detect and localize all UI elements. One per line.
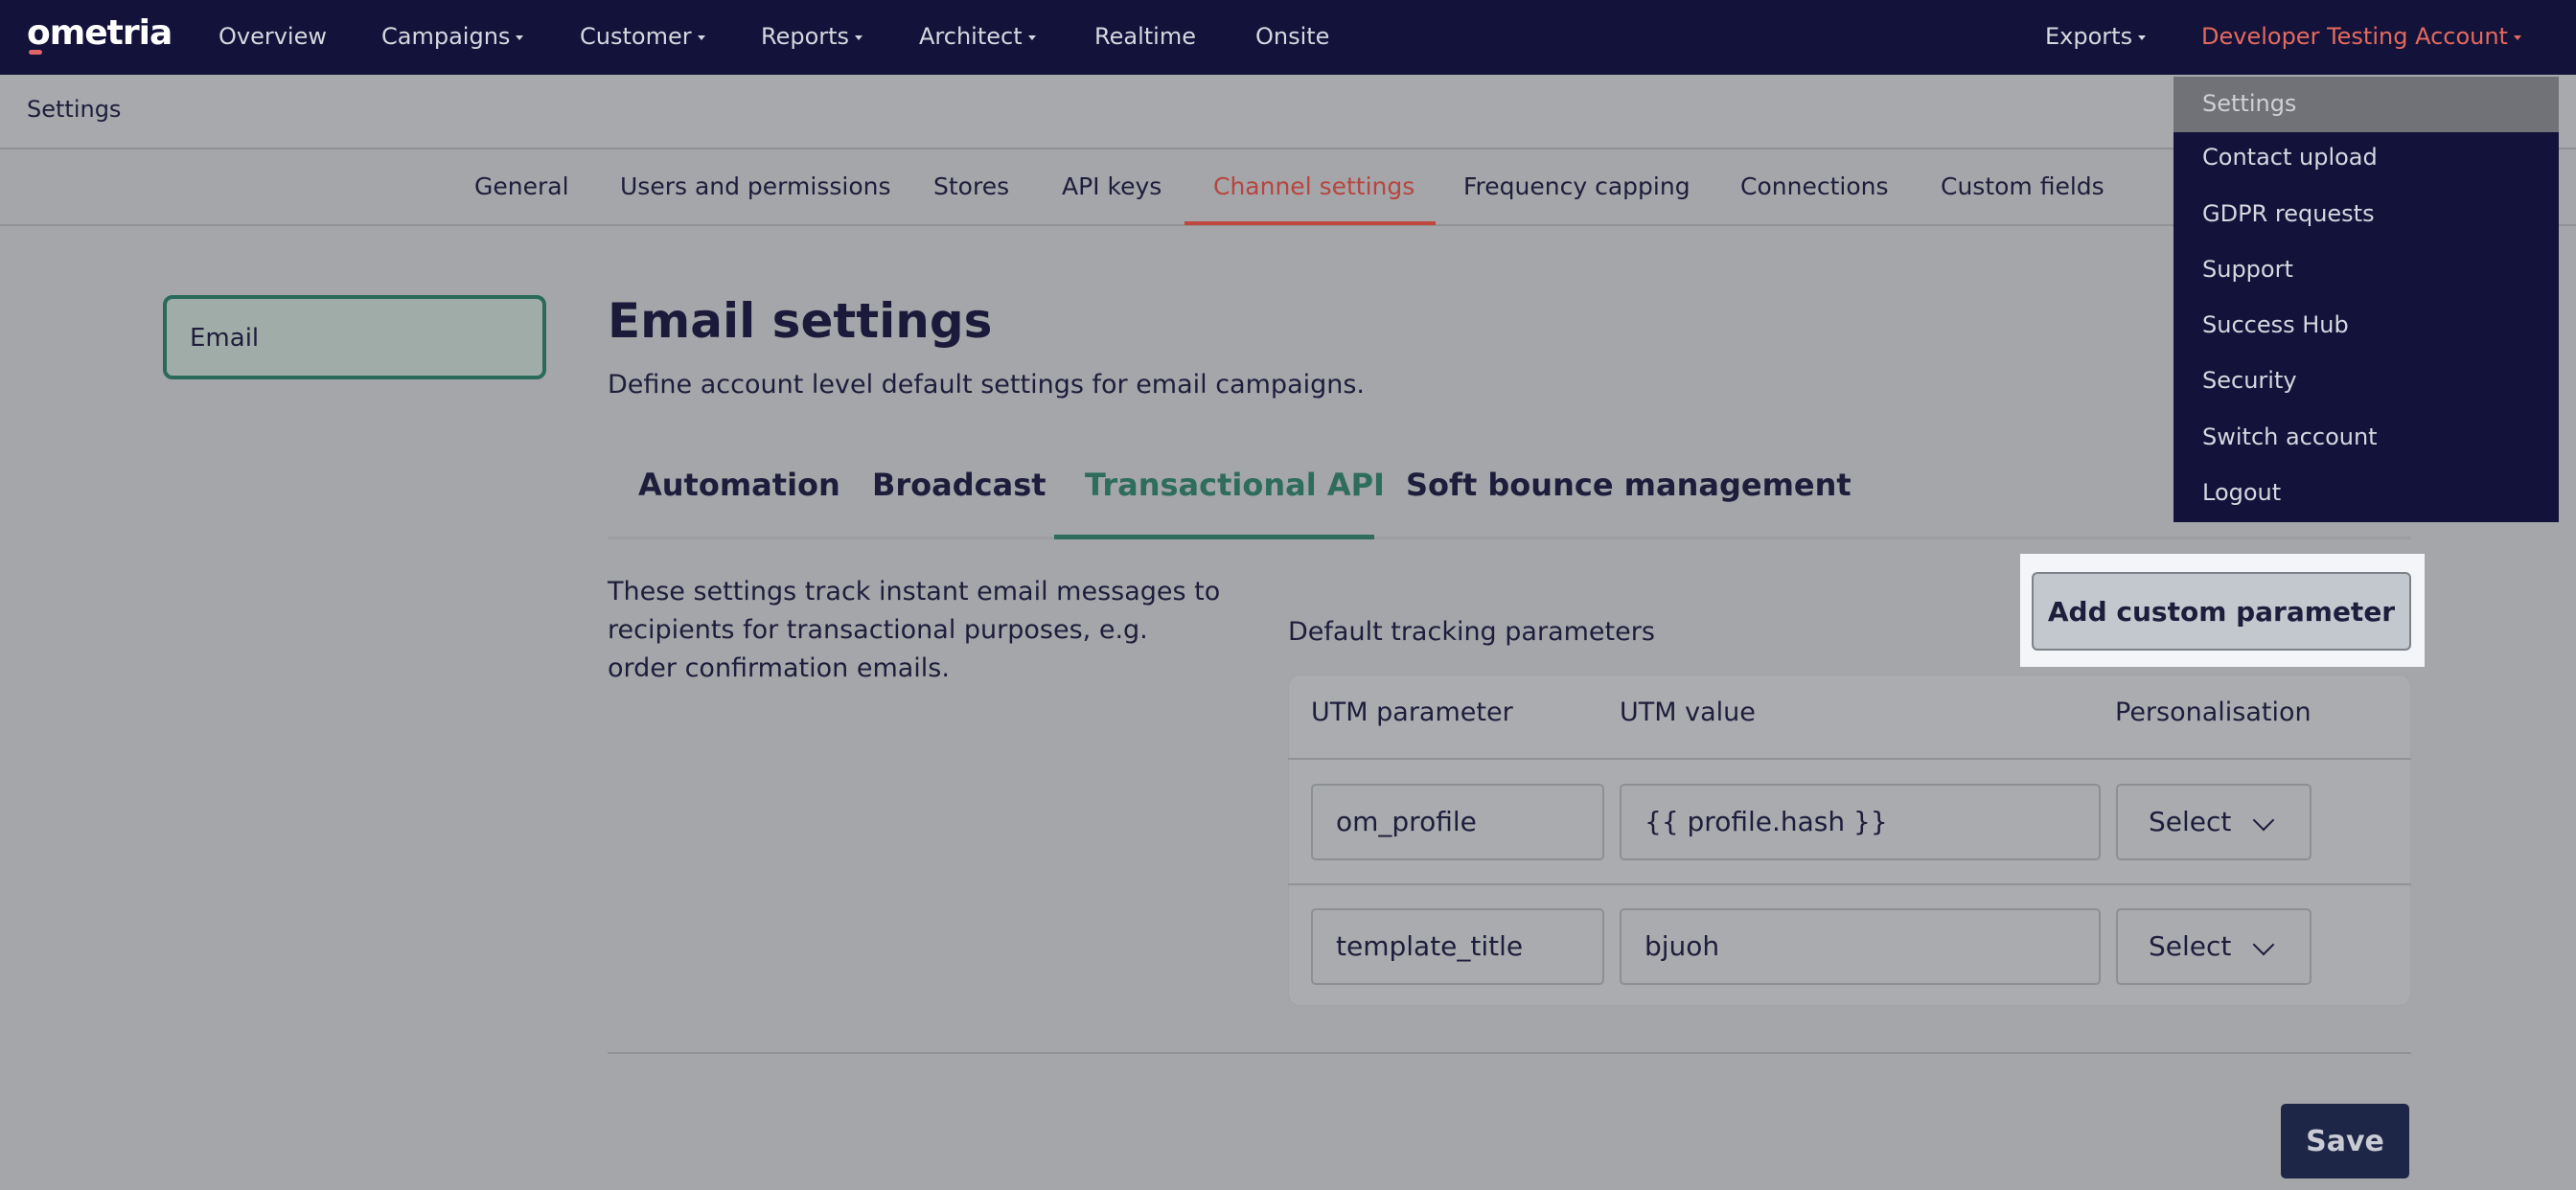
caret-down-icon bbox=[855, 34, 863, 40]
save-button[interactable]: Save bbox=[2281, 1104, 2409, 1179]
menu-item-support[interactable]: Support bbox=[2174, 242, 2559, 298]
caret-down-icon bbox=[516, 34, 524, 40]
tab-transactional-api[interactable]: Transactional API bbox=[1085, 467, 1385, 503]
select-value: Select bbox=[2149, 806, 2232, 837]
tab-stores[interactable]: Stores bbox=[933, 172, 1009, 200]
table-header-divider bbox=[1288, 758, 2411, 760]
nav-customer[interactable]: Customer bbox=[580, 23, 705, 50]
add-custom-parameter-button[interactable]: Add custom parameter bbox=[2032, 572, 2411, 651]
account-name: Developer Testing Account bbox=[2201, 23, 2508, 50]
table-row-divider bbox=[1288, 883, 2411, 885]
active-tab-underline bbox=[1184, 221, 1436, 225]
tab-channel-settings[interactable]: Channel settings bbox=[1213, 172, 1414, 200]
nav-architect-label: Architect bbox=[919, 23, 1023, 50]
tab-automation[interactable]: Automation bbox=[638, 467, 840, 503]
menu-item-gdpr-requests[interactable]: GDPR requests bbox=[2174, 187, 2559, 242]
nav-reports[interactable]: Reports bbox=[761, 23, 863, 50]
utm-parameter-input[interactable]: om_profile bbox=[1311, 784, 1604, 860]
nav-exports-label: Exports bbox=[2045, 23, 2133, 50]
caret-down-icon bbox=[2513, 34, 2521, 40]
utm-value-input[interactable]: {{ profile.hash }} bbox=[1620, 784, 2101, 860]
column-header-utm-value: UTM value bbox=[1620, 698, 1756, 727]
nav-realtime[interactable]: Realtime bbox=[1094, 23, 1196, 50]
caret-down-icon bbox=[1027, 34, 1036, 40]
transactional-info-text: These settings track instant email messa… bbox=[608, 577, 1221, 683]
page-description: Define account level default settings fo… bbox=[608, 370, 1366, 400]
nav-campaigns[interactable]: Campaigns bbox=[381, 23, 524, 50]
caret-down-icon bbox=[697, 34, 705, 40]
utm-value-input[interactable]: bjuoh bbox=[1620, 908, 2101, 985]
nav-onsite[interactable]: Onsite bbox=[1255, 23, 1329, 50]
personalisation-select[interactable]: Select bbox=[2116, 784, 2312, 860]
tab-soft-bounce-management[interactable]: Soft bounce management bbox=[1406, 467, 1852, 503]
default-tracking-parameters-label: Default tracking parameters bbox=[1288, 617, 1655, 647]
menu-item-settings[interactable]: Settings bbox=[2174, 77, 2559, 132]
tab-api-keys[interactable]: API keys bbox=[1062, 172, 1162, 200]
chevron-down-icon bbox=[2252, 933, 2275, 956]
tab-broadcast[interactable]: Broadcast bbox=[872, 467, 1046, 503]
chevron-down-icon bbox=[2252, 809, 2275, 832]
menu-item-switch-account[interactable]: Switch account bbox=[2174, 410, 2559, 466]
nav-reports-label: Reports bbox=[761, 23, 850, 50]
column-header-personalisation: Personalisation bbox=[2115, 698, 2312, 727]
active-tab-underline bbox=[1054, 535, 1374, 539]
menu-item-contact-upload[interactable]: Contact upload bbox=[2174, 130, 2559, 186]
tabs-divider bbox=[608, 537, 2411, 539]
page-header-title: Settings bbox=[27, 96, 122, 123]
nav-overview[interactable]: Overview bbox=[218, 23, 327, 50]
caret-down-icon bbox=[2138, 34, 2147, 40]
sidebar-item-label: Email bbox=[190, 324, 260, 353]
menu-item-logout[interactable]: Logout bbox=[2174, 466, 2559, 521]
footer-divider bbox=[608, 1052, 2411, 1054]
nav-architect[interactable]: Architect bbox=[919, 23, 1036, 50]
page-title: Email settings bbox=[608, 293, 993, 349]
logo-accent bbox=[29, 50, 42, 55]
account-menu[interactable]: Developer Testing Account bbox=[2201, 23, 2521, 50]
utm-parameter-input[interactable]: template_title bbox=[1311, 908, 1604, 985]
tab-users-and-permissions[interactable]: Users and permissions bbox=[620, 172, 890, 200]
nav-campaigns-label: Campaigns bbox=[381, 23, 511, 50]
select-value: Select bbox=[2149, 930, 2232, 962]
menu-item-security[interactable]: Security bbox=[2174, 354, 2559, 409]
tab-custom-fields[interactable]: Custom fields bbox=[1941, 172, 2104, 200]
tab-frequency-capping[interactable]: Frequency capping bbox=[1463, 172, 1690, 200]
top-navigation: ometria Overview Campaigns Customer Repo… bbox=[0, 0, 2576, 75]
ometria-logo[interactable]: ometria bbox=[27, 13, 172, 53]
nav-customer-label: Customer bbox=[580, 23, 692, 50]
tab-connections[interactable]: Connections bbox=[1740, 172, 1888, 200]
personalisation-select[interactable]: Select bbox=[2116, 908, 2312, 985]
nav-exports[interactable]: Exports bbox=[2045, 23, 2147, 50]
column-header-utm-parameter: UTM parameter bbox=[1311, 698, 1513, 727]
sidebar-item-email[interactable]: Email bbox=[163, 295, 546, 379]
menu-item-success-hub[interactable]: Success Hub bbox=[2174, 298, 2559, 354]
account-dropdown-menu: Settings Contact upload GDPR requests Su… bbox=[2174, 77, 2559, 522]
tab-general[interactable]: General bbox=[474, 172, 569, 200]
